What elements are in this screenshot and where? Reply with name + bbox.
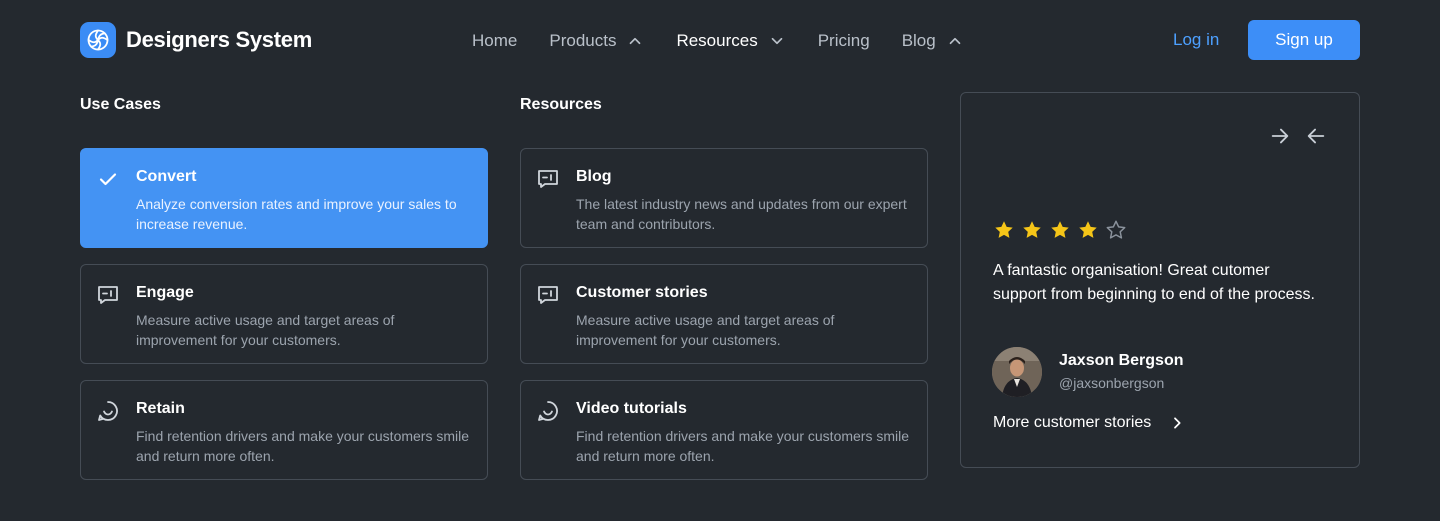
- login-link[interactable]: Log in: [1173, 30, 1219, 50]
- brand-logo[interactable]: Designers System: [80, 22, 312, 58]
- star-rating: [993, 219, 1127, 241]
- avatar: [992, 347, 1042, 397]
- resource-customer-stories[interactable]: Customer stories Measure active usage an…: [520, 264, 928, 364]
- star-filled-icon: [1051, 221, 1069, 238]
- author-name: Jaxson Bergson: [1059, 352, 1184, 369]
- testimonial-card: A fantastic organisation! Great cutomer …: [960, 92, 1360, 468]
- smile-chat-icon: [98, 401, 118, 421]
- chevron-right-icon: [1174, 417, 1181, 429]
- resource-blog[interactable]: Blog The latest industry news and update…: [520, 148, 928, 248]
- nav-item-products[interactable]: Products: [549, 31, 644, 51]
- chevron-down-icon: [771, 37, 783, 45]
- arrow-right-icon[interactable]: [1269, 125, 1291, 147]
- smile-chat-icon: [538, 401, 558, 421]
- message-plus-icon: [538, 170, 558, 188]
- aperture-icon: [80, 22, 116, 58]
- card-description: Find retention drivers and make your cus…: [136, 428, 470, 464]
- nav-item-pricing[interactable]: Pricing: [818, 31, 870, 51]
- card-description: Measure active usage and target areas of…: [136, 312, 395, 348]
- star-filled-icon: [1023, 221, 1041, 238]
- more-customer-stories-link[interactable]: More customer stories: [993, 414, 1185, 432]
- nav-item-label: Products: [549, 31, 617, 50]
- nav-item-resources[interactable]: Resources: [676, 31, 785, 51]
- nav-item-home[interactable]: Home: [472, 31, 517, 51]
- card-title: Convert: [136, 168, 197, 185]
- nav-item-label: Home: [472, 31, 518, 50]
- star-filled-icon: [1079, 221, 1097, 238]
- chevron-up-icon: [949, 37, 961, 45]
- use-case-retain[interactable]: Retain Find retention drivers and make y…: [80, 380, 488, 480]
- message-plus-icon: [538, 286, 558, 304]
- use-cases-heading: Use Cases: [80, 96, 161, 113]
- more-link-label: More customer stories: [993, 414, 1152, 431]
- card-title: Video tutorials: [576, 400, 687, 417]
- resources-heading: Resources: [520, 96, 602, 113]
- card-title: Customer stories: [576, 284, 708, 301]
- card-title: Blog: [576, 168, 612, 185]
- card-description: The latest industry news and updates fro…: [576, 196, 907, 232]
- card-title: Retain: [136, 400, 185, 417]
- card-description: Analyze conversion rates and improve you…: [136, 196, 457, 232]
- author-handle: @jaxsonbergson: [1059, 375, 1165, 391]
- testimonial-quote: A fantastic organisation! Great cutomer …: [993, 262, 1315, 303]
- use-case-engage[interactable]: Engage Measure active usage and target a…: [80, 264, 488, 364]
- card-description: Measure active usage and target areas of…: [576, 312, 835, 348]
- main-nav: Home Products Resources Pricing Blog: [472, 26, 996, 56]
- nav-item-label: Pricing: [817, 31, 870, 50]
- message-plus-icon: [98, 286, 118, 304]
- star-empty-icon: [1106, 220, 1126, 239]
- nav-item-label: Resources: [676, 31, 758, 50]
- resource-video-tutorials[interactable]: Video tutorials Find retention drivers a…: [520, 380, 928, 480]
- card-title: Engage: [136, 284, 194, 301]
- card-description: Find retention drivers and make your cus…: [576, 428, 910, 464]
- chevron-up-icon: [630, 37, 641, 45]
- brand-name: Designers System: [126, 27, 312, 52]
- nav-item-label: Blog: [901, 31, 936, 50]
- signup-button[interactable]: Sign up: [1248, 20, 1360, 60]
- use-case-convert[interactable]: Convert Analyze conversion rates and imp…: [80, 148, 488, 248]
- star-filled-icon: [995, 221, 1013, 238]
- check-icon: [99, 173, 117, 186]
- nav-item-blog[interactable]: Blog: [902, 31, 964, 51]
- arrow-left-icon[interactable]: [1305, 125, 1327, 147]
